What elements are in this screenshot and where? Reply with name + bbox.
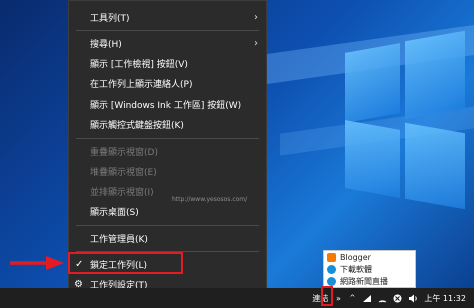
menu-item-label: 工作管理員(K) [90,234,148,245]
taskbar-context-menu: 工具列(T) › 搜尋(H) › 顯示 [工作檢視] 按鈕(V) 在工作列上顯示… [68,0,267,294]
menu-item-label: 在工作列上顯示連絡人(P) [90,79,193,90]
menu-item-label: 工具列(T) [90,13,130,24]
menu-item-stack-windows: 堆疊顯示視窗(E) [69,162,266,180]
menu-item-label: 顯示桌面(S) [90,207,139,218]
link-item-label: Blogger [340,252,371,262]
link-item-label: 下載軟體 [340,264,372,274]
link-item-label: 網路新聞直播 [340,276,388,286]
menu-item-toolbars[interactable]: 工具列(T) › [69,8,266,26]
menu-item-search[interactable]: 搜尋(H) › [69,34,266,52]
menu-item-label: 並排顯示視窗(I) [90,187,154,198]
links-toolbar-popup: Blogger 下載軟體 網路新聞直播 [323,250,416,288]
menu-item-show-people[interactable]: 在工作列上顯示連絡人(P) [69,74,266,92]
notification-off-icon[interactable] [390,288,405,308]
chevron-right-icon: › [254,37,258,49]
menu-item-cascade-windows: 重疊顯示視窗(D) [69,142,266,160]
vpn-icon[interactable] [375,288,390,308]
chevron-up-icon[interactable]: ^ [345,288,359,308]
menu-item-label: 重疊顯示視窗(D) [90,147,158,158]
watermark-text: http://www.yesosos.com/ [172,196,248,203]
menu-separator [76,30,259,31]
menu-item-label: 堆疊顯示視窗(E) [90,167,157,178]
chevron-right-icon: › [254,11,258,23]
menu-item-show-windows-ink[interactable]: 顯示 [Windows Ink 工作區] 按鈕(W) [69,95,266,113]
overflow-chevron-icon[interactable]: » [331,288,345,308]
menu-item-show-touch-keyboard[interactable]: 顯示觸控式鍵盤按鈕(K) [69,115,266,133]
taskbar[interactable]: 連結 » ^ 上午 11:32 [0,288,474,308]
menu-separator [76,138,259,139]
menu-item-show-desktop[interactable]: 顯示桌面(S) [69,202,266,220]
highlight-box [68,252,183,274]
menu-item-label: 顯示 [工作檢視] 按鈕(V) [90,59,188,70]
link-item-blogger[interactable]: Blogger [324,251,415,263]
edge-icon [327,276,336,286]
clock[interactable]: 上午 11:32 [421,288,474,308]
menu-item-label: 顯示 [Windows Ink 工作區] 按鈕(W) [90,100,242,111]
menu-separator [76,225,259,226]
volume-icon[interactable] [405,288,421,308]
menu-item-label: 搜尋(H) [90,39,122,50]
network-icon[interactable] [359,288,375,308]
menu-item-label: 顯示觸控式鍵盤按鈕(K) [90,120,184,131]
highlight-box [321,286,333,306]
blogger-icon [327,252,336,262]
link-item-news[interactable]: 網路新聞直播 [324,275,415,287]
link-item-download[interactable]: 下載軟體 [324,263,415,275]
red-arrow-icon [10,256,64,270]
edge-icon [327,264,336,274]
menu-item-task-manager[interactable]: 工作管理員(K) [69,229,266,247]
menu-item-show-task-view[interactable]: 顯示 [工作檢視] 按鈕(V) [69,54,266,72]
